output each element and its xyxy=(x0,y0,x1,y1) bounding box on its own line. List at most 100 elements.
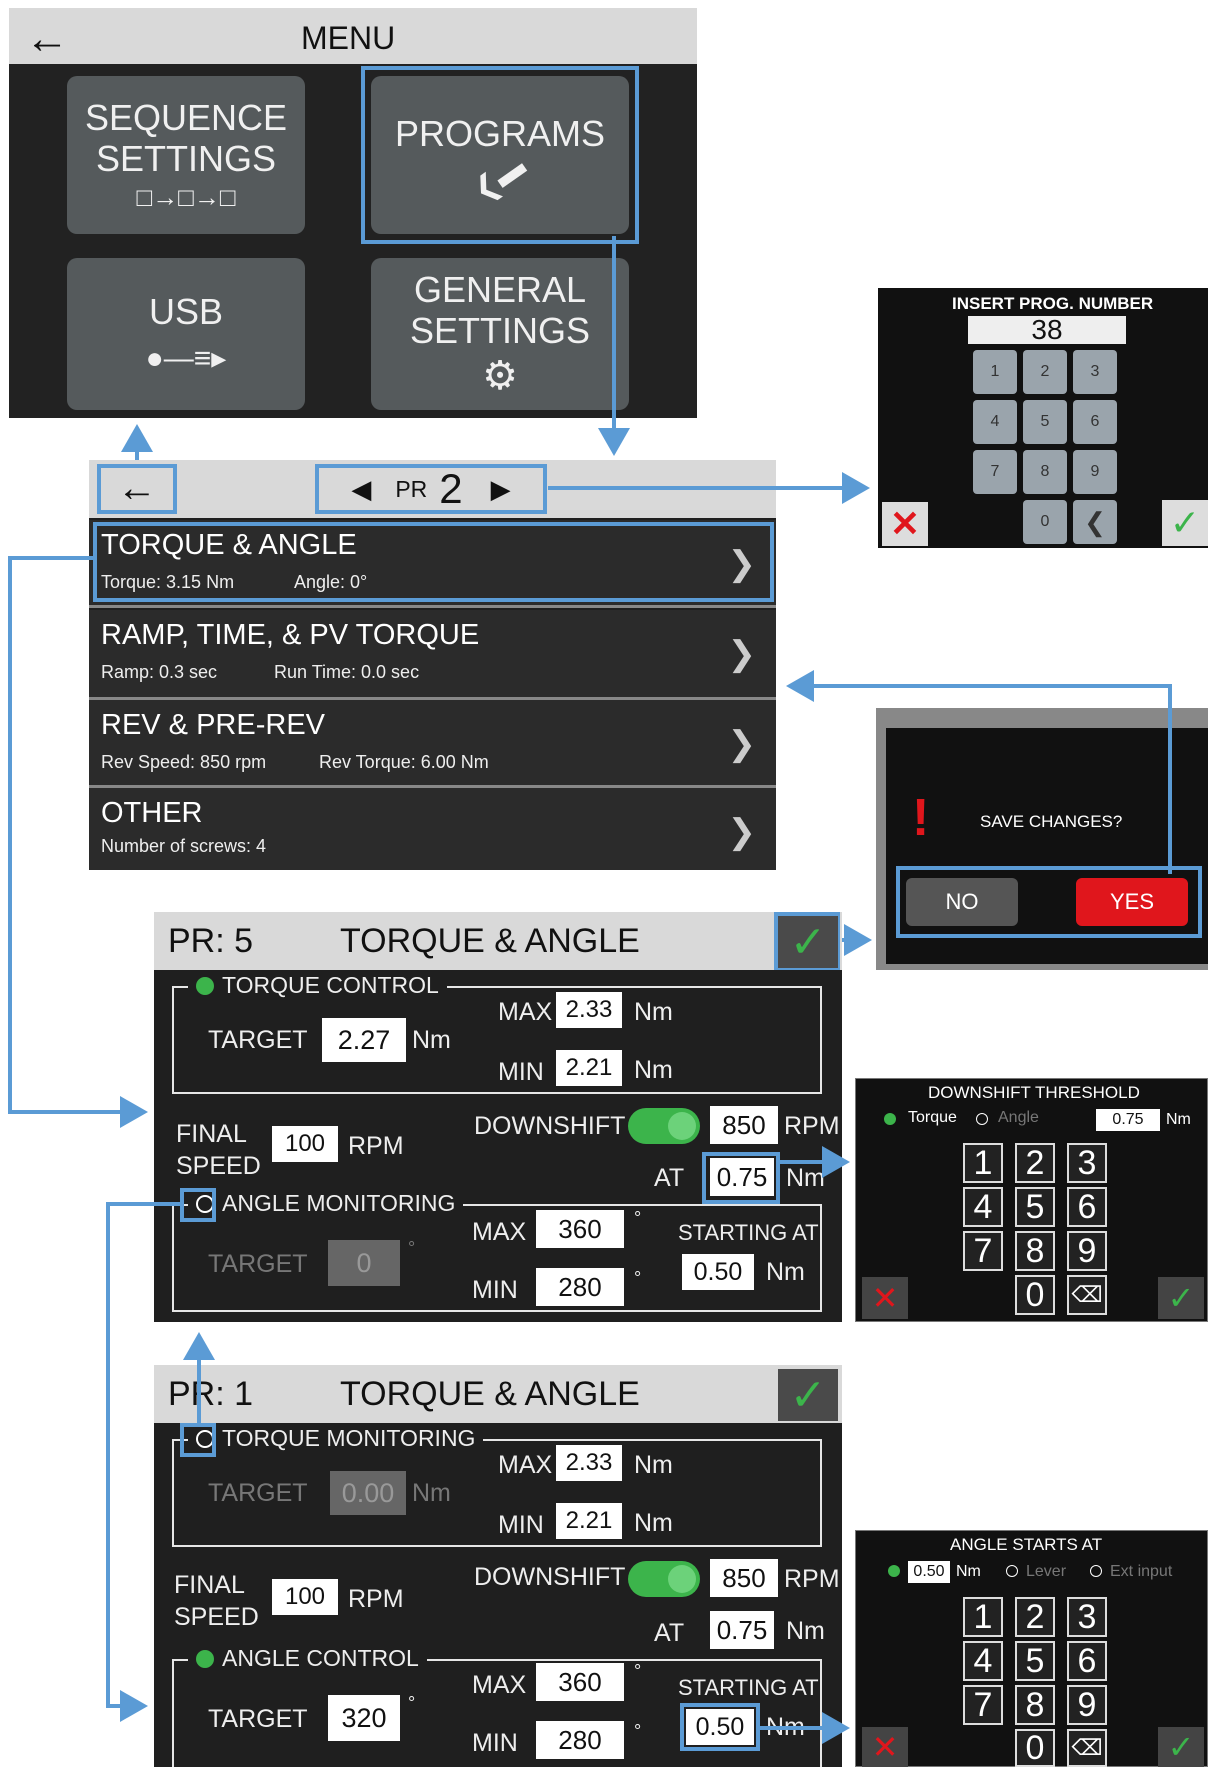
row-ramp-time[interactable]: RAMP, TIME, & PV TORQUE Ramp: 0.3 sec Ru… xyxy=(89,610,776,700)
sequence-icon: □→□→□ xyxy=(136,182,236,213)
menu-title: MENU xyxy=(301,20,396,56)
no-button[interactable]: NO xyxy=(906,878,1018,926)
prog-number-field[interactable]: 38 xyxy=(968,314,1126,345)
back-button[interactable]: ← xyxy=(97,464,177,514)
key-7[interactable]: 7 xyxy=(963,1231,1003,1271)
backspace-key-icon[interactable]: ❮ xyxy=(1073,500,1117,544)
gear-icon: ⚙ xyxy=(482,354,518,399)
downshift-toggle[interactable] xyxy=(628,1108,700,1144)
key-9[interactable]: 9 xyxy=(1067,1231,1107,1271)
chevron-right-icon: ❯ xyxy=(727,813,757,851)
chevron-right-icon: ❯ xyxy=(727,635,757,673)
cancel-icon[interactable]: ✕ xyxy=(882,502,928,546)
final-speed-input[interactable]: 100 xyxy=(272,1579,338,1615)
key-2[interactable]: 2 xyxy=(1023,350,1067,394)
starting-at-input[interactable]: 0.50 xyxy=(686,1709,754,1745)
sequence-settings-button[interactable]: SEQUENCE SETTINGS □→□→□ xyxy=(67,76,305,234)
programs-button[interactable]: PROGRAMS ❮▬ xyxy=(371,76,629,234)
nm-radio-icon[interactable] xyxy=(888,1565,900,1577)
program-list-header: ← ◀ PR 2 ▶ xyxy=(89,460,776,518)
angle-max-input[interactable]: 360 xyxy=(536,1663,624,1701)
final-speed-input[interactable]: 100 xyxy=(272,1126,338,1162)
cancel-icon[interactable]: ✕ xyxy=(862,1727,908,1767)
key-0[interactable]: 0 xyxy=(1023,500,1067,544)
key-5[interactable]: 5 xyxy=(1015,1187,1055,1227)
torque-target-input[interactable]: 2.27 xyxy=(322,1018,406,1062)
key-3[interactable]: 3 xyxy=(1073,350,1117,394)
cancel-icon[interactable]: ✕ xyxy=(862,1277,908,1319)
confirm-icon[interactable]: ✓ xyxy=(1158,1277,1204,1319)
row-torque-angle-highlight xyxy=(93,522,774,602)
threshold-field[interactable]: 0.75 xyxy=(1096,1109,1160,1131)
downshift-at-input[interactable]: 0.75 xyxy=(710,1611,774,1649)
yes-button[interactable]: YES xyxy=(1076,878,1188,926)
angle-min-input[interactable]: 280 xyxy=(536,1268,624,1306)
confirm-icon[interactable]: ✓ xyxy=(1158,1727,1204,1767)
key-6[interactable]: 6 xyxy=(1067,1187,1107,1227)
menu-header: ← MENU xyxy=(9,8,697,64)
key-0[interactable]: 0 xyxy=(1015,1729,1055,1767)
usb-button[interactable]: USB ●—≡▸ xyxy=(67,258,305,410)
key-4[interactable]: 4 xyxy=(963,1187,1003,1227)
key-1[interactable]: 1 xyxy=(963,1597,1003,1637)
key-8[interactable]: 8 xyxy=(1023,450,1067,494)
key-6[interactable]: 6 xyxy=(1067,1641,1107,1681)
confirm-check-icon[interactable]: ✓ xyxy=(778,916,838,968)
key-3[interactable]: 3 xyxy=(1067,1143,1107,1183)
starting-at-input[interactable]: 0.50 xyxy=(682,1254,754,1290)
key-7[interactable]: 7 xyxy=(963,1685,1003,1725)
active-dot-icon[interactable] xyxy=(196,976,214,995)
key-2[interactable]: 2 xyxy=(1015,1597,1055,1637)
ext-input-radio-icon[interactable] xyxy=(1090,1565,1102,1577)
angle-start-field[interactable]: 0.50 xyxy=(908,1561,950,1583)
angle-min-input[interactable]: 280 xyxy=(536,1721,624,1759)
angle-target-input: 0 xyxy=(328,1240,400,1286)
angle-radio-highlight xyxy=(180,1188,216,1222)
downshift-at-input[interactable]: 0.75 xyxy=(710,1158,774,1196)
angle-target-input[interactable]: 320 xyxy=(328,1695,400,1741)
angle-max-input[interactable]: 360 xyxy=(536,1210,624,1248)
confirm-icon[interactable]: ✓ xyxy=(1162,500,1208,546)
key-6[interactable]: 6 xyxy=(1073,400,1117,444)
key-7[interactable]: 7 xyxy=(973,450,1017,494)
downshift-rpm-input[interactable]: 850 xyxy=(710,1559,778,1597)
downshift-rpm-input[interactable]: 850 xyxy=(710,1106,778,1144)
key-8[interactable]: 8 xyxy=(1015,1231,1055,1271)
prev-program-icon[interactable]: ◀ xyxy=(351,474,371,505)
general-settings-button[interactable]: GENERAL SETTINGS ⚙ xyxy=(371,258,629,410)
torque-angle-panel-pr1: PR: 1 TORQUE & ANGLE ✓ TORQUE MONITORING… xyxy=(154,1365,842,1767)
backspace-icon[interactable]: ⌫ xyxy=(1067,1275,1107,1315)
key-9[interactable]: 9 xyxy=(1067,1685,1107,1725)
key-4[interactable]: 4 xyxy=(963,1641,1003,1681)
prog-number-popup: INSERT PROG. NUMBER 38 1 2 3 4 5 6 7 8 9… xyxy=(878,288,1208,548)
key-0[interactable]: 0 xyxy=(1015,1275,1055,1315)
lever-radio-icon[interactable] xyxy=(1006,1565,1018,1577)
row-other[interactable]: OTHER Number of screws: 4 ❯ xyxy=(89,788,776,870)
torque-min-input[interactable]: 2.21 xyxy=(556,1050,622,1086)
key-5[interactable]: 5 xyxy=(1023,400,1067,444)
backspace-icon[interactable]: ⌫ xyxy=(1067,1729,1107,1767)
key-5[interactable]: 5 xyxy=(1015,1641,1055,1681)
key-8[interactable]: 8 xyxy=(1015,1685,1055,1725)
downshift-toggle[interactable] xyxy=(628,1561,700,1597)
key-4[interactable]: 4 xyxy=(973,400,1017,444)
menu-screen: ← MENU SEQUENCE SETTINGS □→□→□ PROGRAMS … xyxy=(9,8,697,418)
torque-max-input[interactable]: 2.33 xyxy=(556,1445,622,1481)
usb-icon: ●—≡▸ xyxy=(145,342,227,376)
next-program-icon[interactable]: ▶ xyxy=(491,474,511,505)
key-3[interactable]: 3 xyxy=(1067,1597,1107,1637)
torque-max-input[interactable]: 2.33 xyxy=(556,992,622,1028)
program-selector[interactable]: ◀ PR 2 ▶ xyxy=(315,464,547,514)
save-popup-frame: ! SAVE CHANGES? NO YES xyxy=(876,708,1208,970)
torque-radio-icon[interactable] xyxy=(884,1113,896,1125)
row-rev-prerev[interactable]: REV & PRE-REV Rev Speed: 850 rpm Rev Tor… xyxy=(89,700,776,788)
key-1[interactable]: 1 xyxy=(973,350,1017,394)
key-9[interactable]: 9 xyxy=(1073,450,1117,494)
angle-radio-icon[interactable] xyxy=(976,1113,988,1125)
confirm-check-icon[interactable]: ✓ xyxy=(778,1369,838,1421)
active-dot-icon[interactable] xyxy=(196,1649,214,1668)
back-arrow-icon[interactable]: ← xyxy=(25,14,69,64)
torque-min-input[interactable]: 2.21 xyxy=(556,1503,622,1539)
key-1[interactable]: 1 xyxy=(963,1143,1003,1183)
key-2[interactable]: 2 xyxy=(1015,1143,1055,1183)
